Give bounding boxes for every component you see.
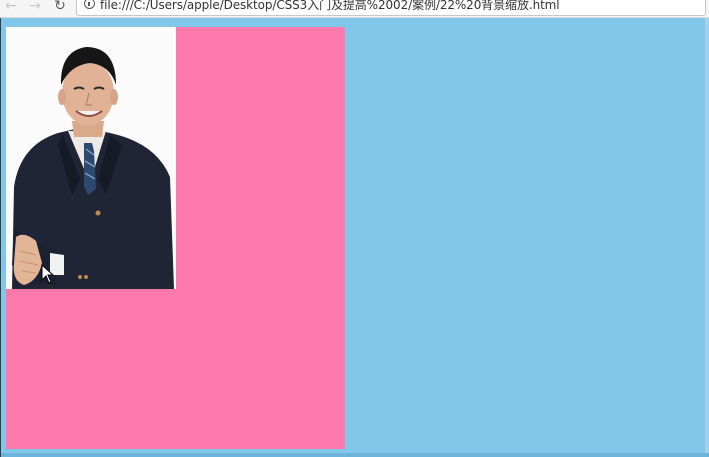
bottom-edge-strip (1, 453, 709, 457)
arrow-right-icon[interactable]: → (26, 0, 44, 15)
right-edge-strip (705, 18, 709, 457)
mouse-pointer-icon (41, 264, 55, 284)
portrait-background-image (6, 27, 176, 289)
page-viewport (0, 18, 709, 457)
address-bar[interactable]: file:///C:/Users/apple/Desktop/CSS3入门及提高… (76, 0, 706, 16)
url-text[interactable]: file:///C:/Users/apple/Desktop/CSS3入门及提高… (100, 0, 560, 13)
browser-toolbar: ← → ↻ file:///C:/Users/apple/Desktop/CSS… (0, 0, 709, 18)
reload-icon[interactable]: ↻ (51, 0, 69, 15)
portrait-illustration (6, 27, 176, 289)
background-size-demo-box (6, 27, 345, 449)
arrow-left-icon[interactable]: ← (2, 0, 20, 15)
info-icon[interactable] (84, 0, 95, 9)
